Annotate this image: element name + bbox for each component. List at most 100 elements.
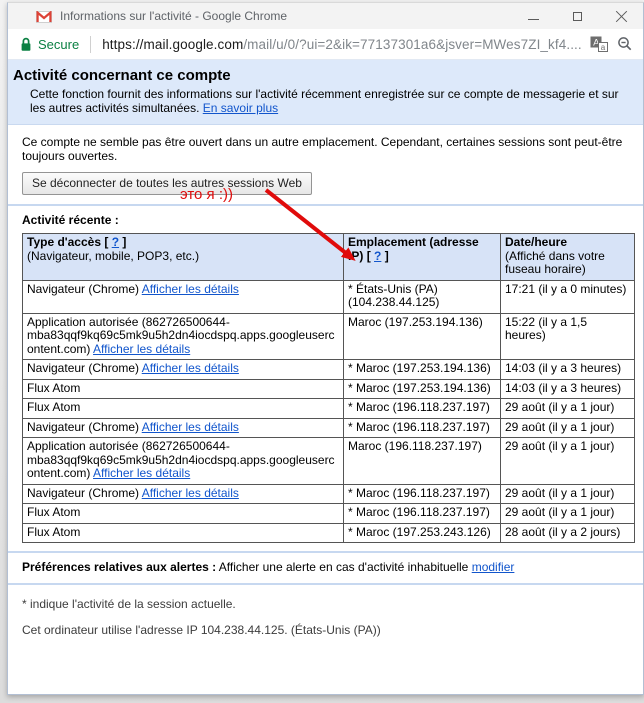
minimize-button[interactable]: [511, 3, 555, 29]
details-link[interactable]: Afficher les détails: [142, 282, 239, 296]
activity-table: Type d'accès [ ? ] (Navigateur, mobile, …: [22, 233, 635, 543]
minimize-icon: [528, 19, 539, 20]
recent-activity-label: Activité récente :: [22, 213, 635, 227]
table-row: Navigateur (Chrome) Afficher les détails…: [23, 484, 635, 504]
location-cell: * États-Unis (PA) (104.238.44.125): [344, 280, 501, 313]
page-title: Activité concernant ce compte: [13, 67, 633, 84]
location-cell: * Maroc (196.118.237.197): [344, 484, 501, 504]
access-type-text: Flux Atom: [27, 400, 80, 414]
details-link[interactable]: Afficher les détails: [93, 342, 190, 356]
access-cell: Flux Atom: [23, 379, 344, 399]
header-access-title: Type d'accès: [27, 235, 101, 249]
header-location: Emplacement (adresse IP) [ ? ]: [344, 234, 501, 281]
learn-more-link[interactable]: En savoir plus: [203, 101, 278, 115]
bracket: [: [367, 249, 374, 263]
window-titlebar[interactable]: Informations sur l'activité - Google Chr…: [8, 3, 643, 29]
location-cell: * Maroc (197.253.194.136): [344, 360, 501, 380]
access-type-text: Navigateur (Chrome): [27, 486, 139, 500]
divider: [8, 204, 643, 206]
divider: [8, 551, 643, 553]
table-row: Flux Atom * Maroc (197.253.194.136) 14:0…: [23, 379, 635, 399]
modify-alerts-link[interactable]: modifier: [472, 560, 515, 574]
location-cell: Maroc (197.253.194.136): [344, 313, 501, 360]
access-type-text: Flux Atom: [27, 381, 80, 395]
datetime-cell: 29 août (il y a 1 jour): [501, 418, 635, 438]
datetime-cell: 14:03 (il y a 3 heures): [501, 360, 635, 380]
lock-icon: [20, 37, 32, 52]
bracket: ]: [119, 235, 126, 249]
header-datetime: Date/heure (Affiché dans votre fuseau ho…: [501, 234, 635, 281]
computer-ip-note: Cet ordinateur utilise l'adresse IP 104.…: [22, 623, 635, 637]
access-cell: Application autorisée (862726500644-mba8…: [23, 438, 344, 485]
maximize-icon: [573, 12, 582, 21]
datetime-cell: 29 août (il y a 1 jour): [501, 438, 635, 485]
page-content: это я :)) Activité concernant ce compte …: [8, 60, 643, 694]
table-row: Application autorisée (862726500644-mba8…: [23, 313, 635, 360]
header-access-subtitle: (Navigateur, mobile, POP3, etc.): [27, 250, 339, 264]
table-row: Navigateur (Chrome) Afficher les détails…: [23, 280, 635, 313]
close-button[interactable]: [599, 3, 643, 29]
header-access-type: Type d'accès [ ? ] (Navigateur, mobile, …: [23, 234, 344, 281]
access-cell: Navigateur (Chrome) Afficher les détails: [23, 418, 344, 438]
access-help-link[interactable]: ?: [112, 235, 119, 249]
header-datetime-title: Date/heure: [505, 235, 567, 249]
table-row: Flux Atom * Maroc (196.118.237.197) 29 a…: [23, 399, 635, 419]
access-cell: Navigateur (Chrome) Afficher les détails: [23, 360, 344, 380]
table-row: Application autorisée (862726500644-mba8…: [23, 438, 635, 485]
table-header-row: Type d'accès [ ? ] (Navigateur, mobile, …: [23, 234, 635, 281]
datetime-cell: 14:03 (il y a 3 heures): [501, 379, 635, 399]
access-cell: Flux Atom: [23, 523, 344, 543]
access-type-text: Navigateur (Chrome): [27, 361, 139, 375]
window-title: Informations sur l'activité - Google Chr…: [60, 9, 511, 23]
details-link[interactable]: Afficher les détails: [93, 466, 190, 480]
page-description: Cette fonction fournit des informations …: [30, 87, 633, 115]
close-icon: [615, 10, 628, 23]
details-link[interactable]: Afficher les détails: [142, 486, 239, 500]
location-cell: * Maroc (196.118.237.197): [344, 418, 501, 438]
secure-label[interactable]: Secure: [38, 37, 79, 52]
alert-preferences-text: Afficher une alerte en cas d'activité in…: [219, 560, 469, 574]
description-text: Cette fonction fournit des informations …: [30, 87, 619, 115]
access-cell: Navigateur (Chrome) Afficher les détails: [23, 280, 344, 313]
details-link[interactable]: Afficher les détails: [142, 361, 239, 375]
access-cell: Application autorisée (862726500644-mba8…: [23, 313, 344, 360]
bracket: [: [104, 235, 111, 249]
account-activity-header: Activité concernant ce compte Cette fonc…: [8, 60, 643, 125]
session-footnote: * indique l'activité de la session actue…: [22, 597, 635, 611]
table-row: Flux Atom * Maroc (196.118.237.197) 29 a…: [23, 504, 635, 524]
maximize-button[interactable]: [555, 3, 599, 29]
divider: [8, 583, 643, 585]
datetime-cell: 17:21 (il y a 0 minutes): [501, 280, 635, 313]
translate-icon[interactable]: A a: [590, 36, 608, 53]
location-cell: * Maroc (196.118.237.197): [344, 399, 501, 419]
datetime-cell: 15:22 (il y a 1,5 heures): [501, 313, 635, 360]
signout-all-sessions-button[interactable]: Se déconnecter de toutes les autres sess…: [22, 172, 312, 195]
url-field[interactable]: https://mail.google.com/mail/u/0/?ui=2&i…: [102, 37, 581, 52]
access-type-text: Flux Atom: [27, 505, 80, 519]
datetime-cell: 29 août (il y a 1 jour): [501, 484, 635, 504]
alert-preferences-line: Préférences relatives aux alertes : Affi…: [22, 560, 635, 574]
desktop-background: Informations sur l'activité - Google Chr…: [0, 0, 644, 703]
access-cell: Flux Atom: [23, 504, 344, 524]
details-link[interactable]: Afficher les détails: [142, 420, 239, 434]
main-section: Ce compte ne semble pas être ouvert dans…: [8, 135, 643, 637]
datetime-cell: 28 août (il y a 2 jours): [501, 523, 635, 543]
activity-table-body: Navigateur (Chrome) Afficher les détails…: [23, 280, 635, 543]
address-bar: Secure https://mail.google.com/mail/u/0/…: [8, 29, 643, 60]
access-cell: Navigateur (Chrome) Afficher les détails: [23, 484, 344, 504]
access-type-text: Navigateur (Chrome): [27, 420, 139, 434]
table-row: Navigateur (Chrome) Afficher les détails…: [23, 418, 635, 438]
access-type-text: Navigateur (Chrome): [27, 282, 139, 296]
url-path: /mail/u/0/?ui=2&ik=77137301a6&jsver=MWes…: [243, 37, 581, 52]
url-separator: [90, 36, 91, 53]
access-type-text: Flux Atom: [27, 525, 80, 539]
svg-text:a: a: [601, 43, 606, 52]
gmail-icon: [36, 11, 52, 23]
location-cell: * Maroc (197.253.243.126): [344, 523, 501, 543]
zoom-out-icon[interactable]: [617, 36, 633, 52]
location-cell: Maroc (196.118.237.197): [344, 438, 501, 485]
annotation-text: это я :)): [180, 186, 233, 203]
table-row: Flux Atom * Maroc (197.253.243.126) 28 a…: [23, 523, 635, 543]
location-cell: * Maroc (196.118.237.197): [344, 504, 501, 524]
table-row: Navigateur (Chrome) Afficher les détails…: [23, 360, 635, 380]
